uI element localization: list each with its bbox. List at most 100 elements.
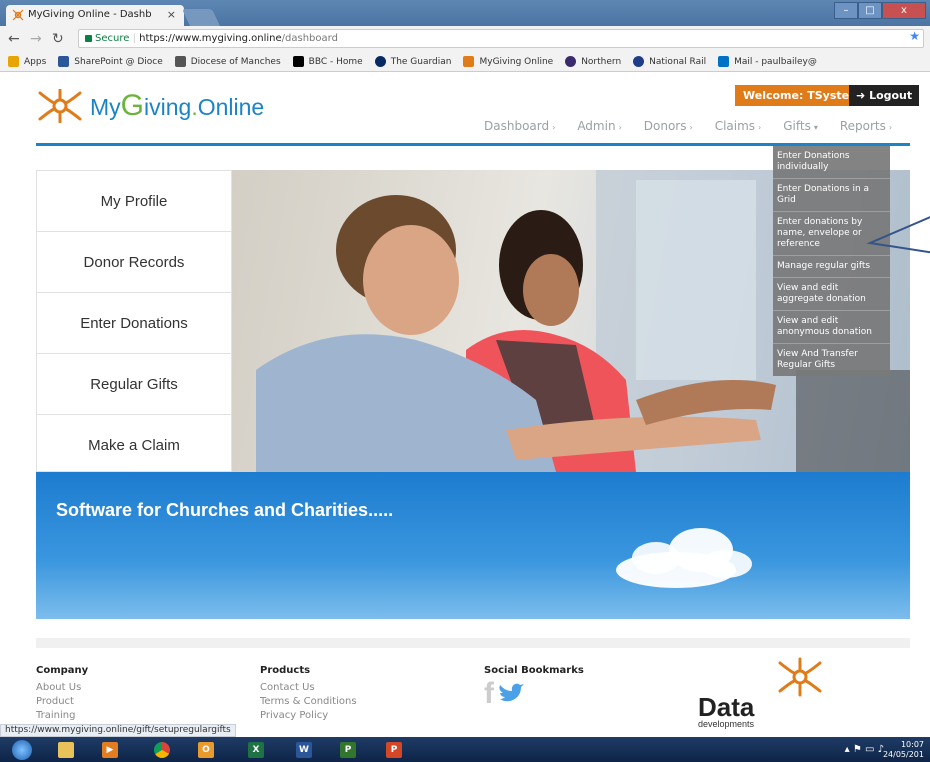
new-tab-button[interactable] <box>182 9 220 26</box>
mygiving-logo[interactable]: MyGiving.Online <box>36 89 264 123</box>
bookmark-label: Mail - paulbailey@ <box>734 56 817 67</box>
bookmark-label: Northern <box>581 56 622 67</box>
main-nav: Dashboard › Admin › Donors › Claims › Gifts ▾… <box>484 119 892 133</box>
footer-products: Products Contact Us Terms & Conditions P… <box>260 665 357 723</box>
gifts-menu-anonymous[interactable]: View and edit anonymous donation <box>773 311 890 344</box>
status-bar-url: https://www.mygiving.online/gift/setupre… <box>0 724 236 737</box>
sharepoint-icon <box>58 56 70 67</box>
footer-company-title: Company <box>36 665 89 676</box>
gifts-menu-transfer-regular[interactable]: View And Transfer Regular Gifts <box>773 344 890 376</box>
nav-claims[interactable]: Claims › <box>715 119 762 133</box>
footer-link-training[interactable]: Training <box>36 709 88 723</box>
bookmark-northern[interactable]: Northern <box>565 56 621 67</box>
bookmark-guardian[interactable]: The Guardian <box>374 56 452 67</box>
bookmark-label: National Rail <box>649 56 707 67</box>
lock-icon <box>85 34 92 42</box>
taskbar-media[interactable]: ▶ <box>96 739 124 760</box>
data-developments-logo[interactable]: Data developments <box>698 657 822 729</box>
gifts-menu-enter-individually[interactable]: Enter Donations individually <box>773 146 890 179</box>
gifts-menu-aggregate[interactable]: View and edit aggregate donation <box>773 278 890 311</box>
minimize-button[interactable]: – <box>834 2 858 19</box>
taskbar-excel[interactable]: X <box>242 739 270 760</box>
footer-link-terms[interactable]: Terms & Conditions <box>260 695 357 709</box>
reload-icon[interactable]: ↻ <box>52 31 64 47</box>
bookmark-label: Apps <box>24 56 47 67</box>
nav-dashboard[interactable]: Dashboard › <box>484 119 555 133</box>
side-menu-donor-records[interactable]: Donor Records <box>37 232 231 293</box>
bookmark-national-rail[interactable]: National Rail <box>633 56 706 67</box>
project-icon: P <box>340 741 356 758</box>
address-row: ← → ↻ Secure | https://www.mygiving.onli… <box>0 26 930 52</box>
word-icon: W <box>296 741 312 758</box>
screen: MyGiving Online - Dashb × – □ x ← → ↻ Se… <box>0 0 930 762</box>
side-menu-regular-gifts[interactable]: Regular Gifts <box>37 354 231 415</box>
northern-icon <box>565 56 577 67</box>
browser-tab[interactable]: MyGiving Online - Dashb × <box>6 5 184 26</box>
logout-button[interactable]: ➜ Logout <box>849 85 920 106</box>
footer-company: Company About Us Product Training <box>36 665 88 723</box>
bookmark-bbc[interactable]: BBC - Home <box>292 56 363 67</box>
clock-time: 10:07 <box>900 740 924 749</box>
footer-social: Social Bookmarks f <box>484 665 584 709</box>
chrome-icon <box>154 741 170 758</box>
windows-logo-icon <box>12 739 32 760</box>
bookmark-label: The Guardian <box>390 56 452 67</box>
nav-gifts[interactable]: Gifts ▾ <box>783 119 818 133</box>
bookmark-mygiving[interactable]: MyGiving Online <box>463 56 553 67</box>
taskbar-explorer[interactable] <box>52 739 80 760</box>
taskbar-project[interactable]: P <box>334 739 362 760</box>
twitter-icon[interactable] <box>498 683 524 705</box>
facebook-icon[interactable]: f <box>484 679 494 709</box>
mygiving-favicon-icon <box>12 9 24 21</box>
promo-banner: Software for Churches and Charities..... <box>36 472 910 619</box>
footer-link-product[interactable]: Product <box>36 695 88 709</box>
diocese-icon <box>174 56 186 67</box>
nav-donors[interactable]: Donors › <box>644 119 693 133</box>
nav-reports[interactable]: Reports › <box>840 119 892 133</box>
system-clock[interactable]: 10:07 24/05/201 <box>883 740 924 760</box>
media-player-icon: ▶ <box>102 741 118 758</box>
browser-titlebar: MyGiving Online - Dashb × – □ x <box>0 0 930 26</box>
taskbar-powerpoint[interactable]: P <box>380 739 408 760</box>
maximize-button[interactable]: □ <box>858 2 882 19</box>
gifts-menu-enter-grid[interactable]: Enter Donations in a Grid <box>773 179 890 212</box>
nav-admin[interactable]: Admin › <box>577 119 621 133</box>
side-menu-enter-donations[interactable]: Enter Donations <box>37 293 231 354</box>
outlook-icon <box>718 56 730 67</box>
annotation-arrow-icon <box>866 216 930 254</box>
clock-date: 24/05/201 <box>882 750 924 759</box>
back-arrow-icon[interactable]: ← <box>8 31 20 47</box>
start-button[interactable] <box>4 739 40 760</box>
close-window-button[interactable]: x <box>882 2 926 19</box>
url-bar[interactable]: Secure | https://www.mygiving.online/das… <box>78 29 924 48</box>
bookmark-star-icon[interactable]: ★ <box>909 29 920 43</box>
excel-icon: X <box>248 741 264 758</box>
bookmark-sharepoint[interactable]: SharePoint @ Dioce <box>58 56 163 67</box>
footer-link-privacy[interactable]: Privacy Policy <box>260 709 357 723</box>
mygiving-icon <box>463 56 475 67</box>
taskbar-outlook[interactable]: O <box>192 739 220 760</box>
bookmark-apps[interactable]: Apps <box>8 56 46 67</box>
taskbar-word[interactable]: W <box>290 739 318 760</box>
logo-text: MyGiving.Online <box>90 89 265 122</box>
footer-link-contact[interactable]: Contact Us <box>260 681 357 695</box>
bookmark-diocese[interactable]: Diocese of Manches <box>174 56 281 67</box>
side-menu-my-profile[interactable]: My Profile <box>37 171 231 232</box>
data-developments-star-icon <box>778 657 822 697</box>
taskbar: ▶ O X W P P ▴ ⚑ ▭ ♪ 10:07 24/05/201 <box>0 737 930 762</box>
logout-icon: ➜ <box>856 89 866 102</box>
bookmark-mail[interactable]: Mail - paulbailey@ <box>718 56 817 67</box>
side-menu-make-a-claim[interactable]: Make a Claim <box>37 415 231 472</box>
mygiving-star-logo-icon <box>38 89 82 123</box>
web-page: MyGiving.Online Welcome: TSystem ➜ Logou… <box>0 73 930 736</box>
forward-arrow-icon[interactable]: → <box>30 31 42 47</box>
taskbar-chrome[interactable] <box>148 739 176 760</box>
system-tray-icons[interactable]: ▴ ⚑ ▭ ♪ <box>845 744 884 755</box>
footer-link-about[interactable]: About Us <box>36 681 88 695</box>
footer-products-title: Products <box>260 665 311 676</box>
bbc-icon <box>292 56 304 67</box>
folder-icon <box>58 741 74 758</box>
guardian-icon <box>374 56 386 67</box>
tab-close-icon[interactable]: × <box>167 8 176 21</box>
brand-sub: developments <box>698 719 755 729</box>
